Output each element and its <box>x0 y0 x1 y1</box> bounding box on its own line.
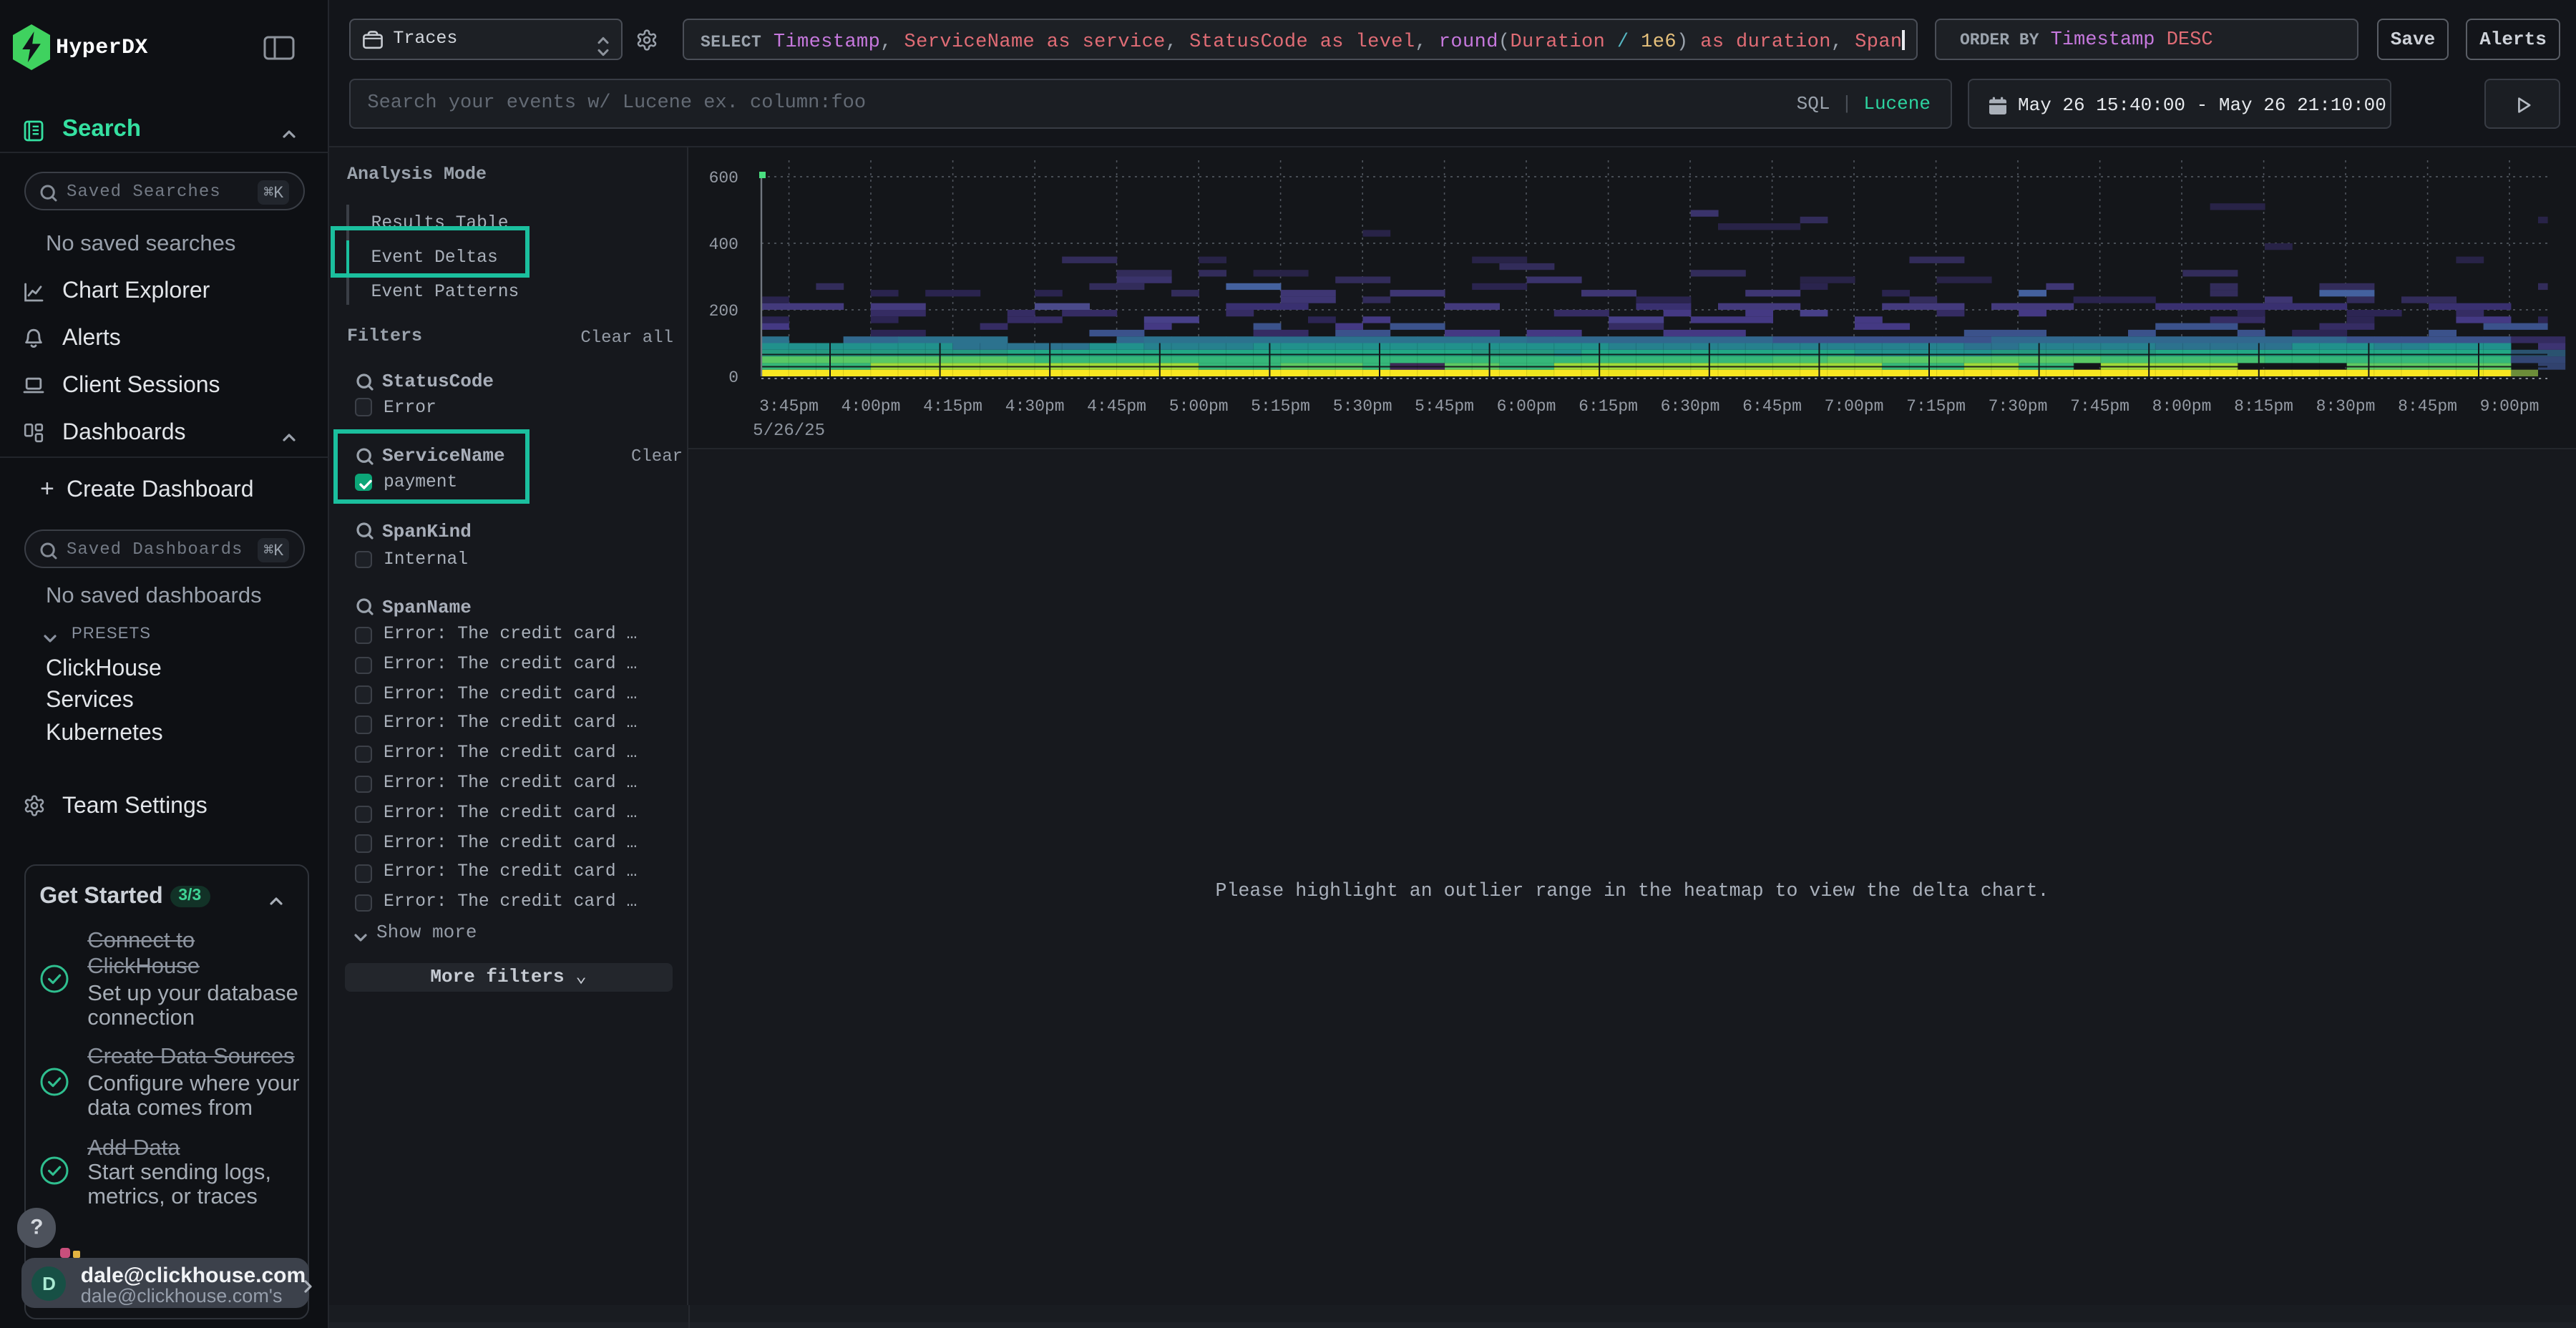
svg-text:6:15pm: 6:15pm <box>1579 396 1638 415</box>
svg-text:0: 0 <box>728 368 738 386</box>
svg-text:4:15pm: 4:15pm <box>923 396 982 415</box>
svg-text:600: 600 <box>709 168 738 187</box>
svg-text:400: 400 <box>709 235 738 253</box>
svg-text:5:15pm: 5:15pm <box>1251 396 1310 415</box>
svg-text:7:30pm: 7:30pm <box>1989 396 2048 415</box>
svg-text:6:30pm: 6:30pm <box>1661 396 1720 415</box>
svg-text:6:45pm: 6:45pm <box>1742 396 1802 415</box>
svg-text:9:00pm: 9:00pm <box>2480 396 2540 415</box>
svg-text:4:45pm: 4:45pm <box>1087 396 1146 415</box>
svg-text:7:00pm: 7:00pm <box>1825 396 1884 415</box>
svg-text:5:45pm: 5:45pm <box>1415 396 1474 415</box>
svg-text:200: 200 <box>709 301 738 320</box>
svg-text:4:30pm: 4:30pm <box>1005 396 1065 415</box>
svg-text:7:45pm: 7:45pm <box>2070 396 2129 415</box>
svg-text:3:45pm: 3:45pm <box>759 396 819 415</box>
svg-text:7:15pm: 7:15pm <box>1906 396 1966 415</box>
svg-text:8:30pm: 8:30pm <box>2316 396 2376 415</box>
svg-text:4:00pm: 4:00pm <box>841 396 901 415</box>
svg-text:5:00pm: 5:00pm <box>1169 396 1229 415</box>
svg-text:8:45pm: 8:45pm <box>2398 396 2457 415</box>
svg-text:8:00pm: 8:00pm <box>2152 396 2212 415</box>
svg-text:6:00pm: 6:00pm <box>1497 396 1556 415</box>
svg-text:8:15pm: 8:15pm <box>2234 396 2293 415</box>
svg-text:5/26/25: 5/26/25 <box>753 421 825 440</box>
svg-text:5:30pm: 5:30pm <box>1333 396 1392 415</box>
